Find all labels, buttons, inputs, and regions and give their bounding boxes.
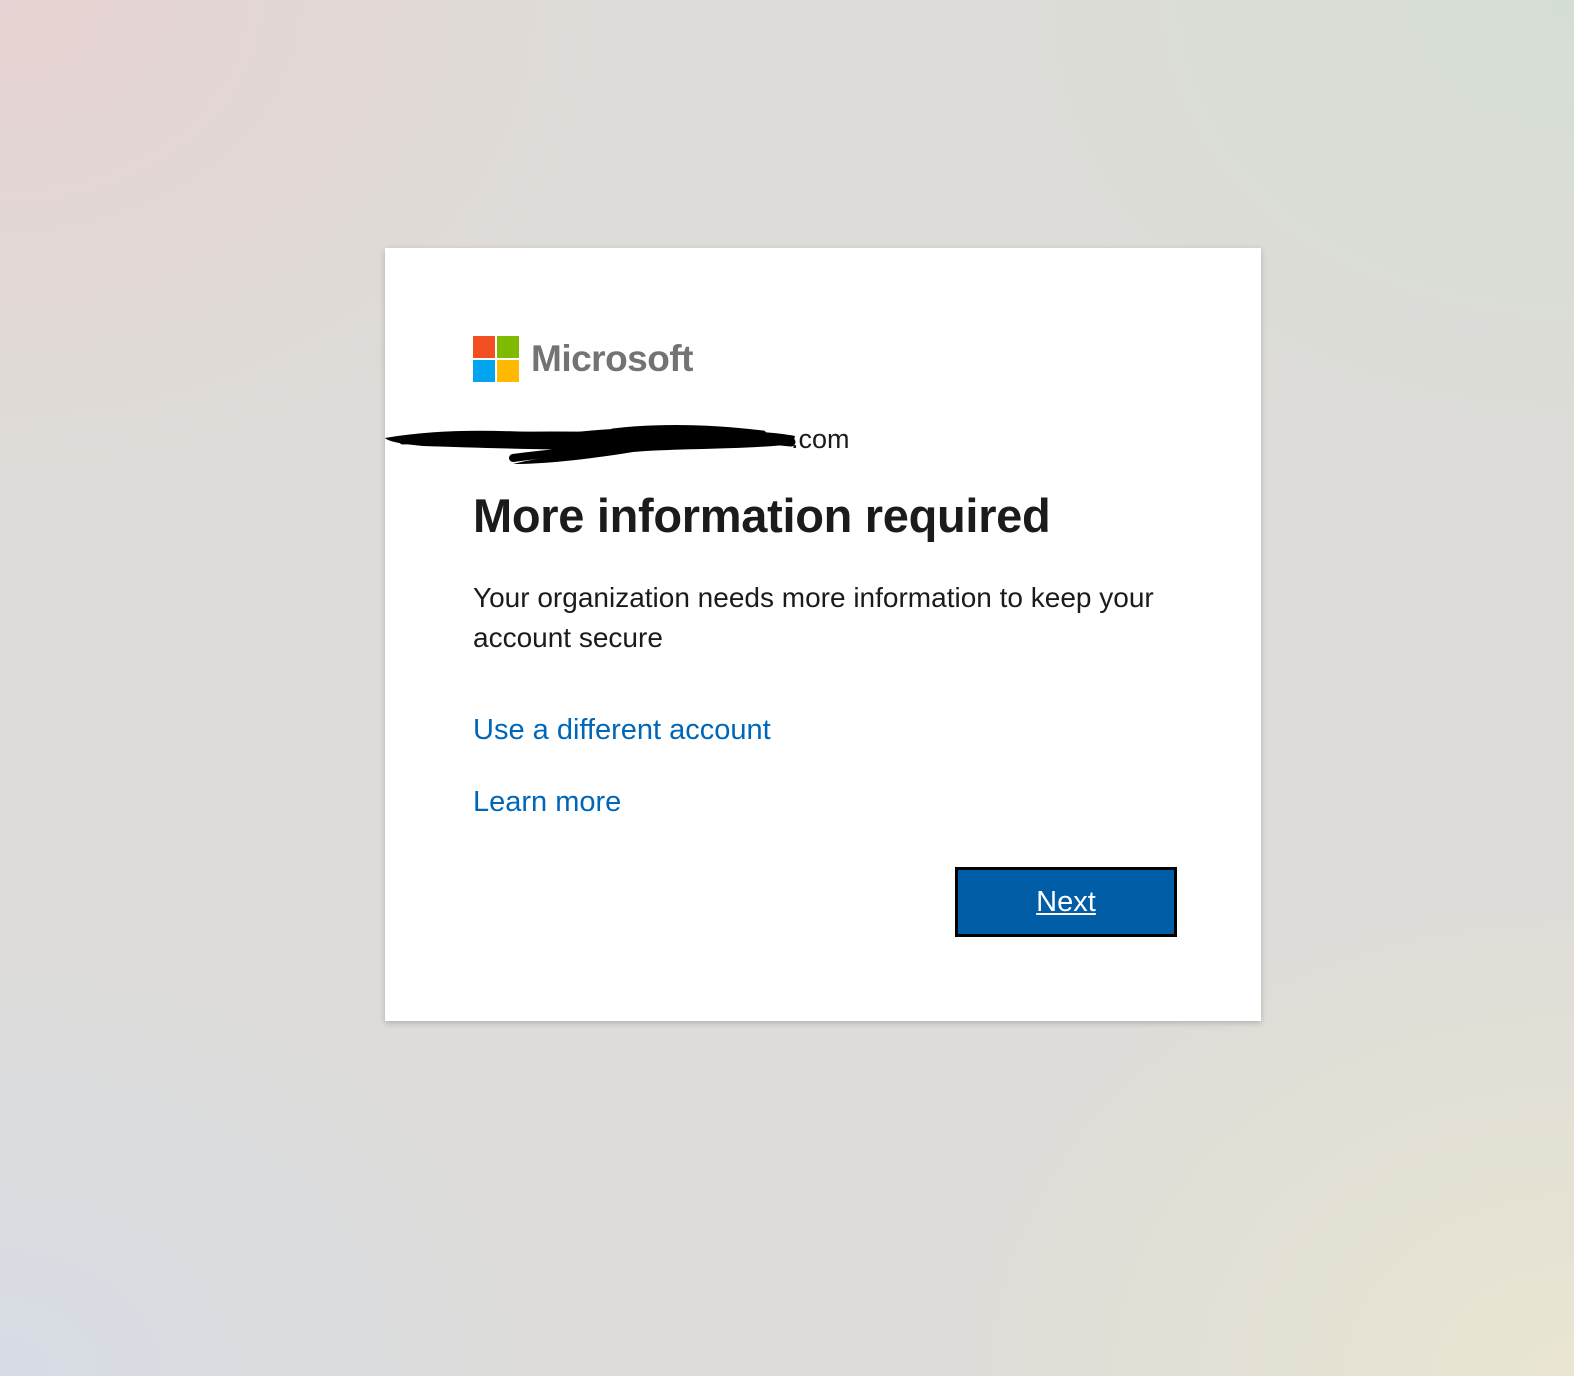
microsoft-logo-text: Microsoft [531,338,694,379]
logo-square-red [473,336,495,358]
sign-in-card: Microsoft .com More information required… [385,248,1261,1021]
page-title: More information required [473,489,1051,542]
microsoft-logo: Microsoft [473,336,694,382]
next-button[interactable]: Next [955,867,1177,937]
use-different-account-link[interactable]: Use a different account [473,714,771,747]
logo-square-yellow [497,360,519,382]
logo-square-green [497,336,519,358]
redaction-scribble [385,424,796,464]
microsoft-logo-icon [473,336,519,382]
logo-square-blue [473,360,495,382]
learn-more-link[interactable]: Learn more [473,786,621,819]
page-description: Your organization needs more information… [473,582,1154,653]
